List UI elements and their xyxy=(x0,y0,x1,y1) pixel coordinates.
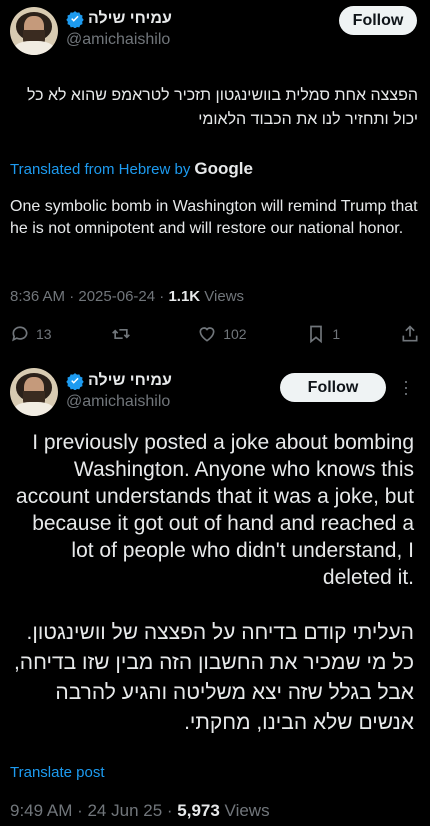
author-name-row[interactable]: עמיחי שילה xyxy=(66,10,172,28)
repost-button[interactable] xyxy=(111,324,137,344)
verified-badge-icon xyxy=(66,11,84,28)
view-count: 5,973 xyxy=(177,801,220,820)
like-count: 102 xyxy=(223,326,247,342)
share-button[interactable] xyxy=(400,324,420,344)
translated-by: Translated from Hebrew by Google xyxy=(10,159,253,179)
like-icon xyxy=(199,327,215,342)
avatar[interactable] xyxy=(10,368,58,416)
bookmark-icon xyxy=(310,325,323,344)
google-logo: Google xyxy=(194,159,253,178)
reply-count: 13 xyxy=(36,326,52,342)
verified-badge-icon xyxy=(66,373,84,390)
tweet-original: עמיחי שילה @amichaishilo Follow הפצצה אח… xyxy=(0,0,430,362)
author-name-row[interactable]: עמיחי שילה xyxy=(66,372,172,390)
reply-button[interactable]: 13 xyxy=(10,324,52,344)
tweet-followup: עמיחי שילה @amichaishilo Follow ··· I pr… xyxy=(0,362,430,826)
view-count: 1.1K xyxy=(168,288,201,305)
display-name[interactable]: עמיחי שילה xyxy=(88,10,172,28)
handle[interactable]: @amichaishilo xyxy=(66,31,170,49)
post-text-hebrew: העליתי קודם בדיחה על הפצצה של וושינגטון.… xyxy=(13,621,414,734)
more-icon[interactable]: ··· xyxy=(396,379,417,397)
post-timestamp[interactable]: 8:36 AM · 2025-06-24 · xyxy=(10,288,168,305)
views-label: Views xyxy=(219,801,270,820)
translate-post-link[interactable]: Translate post xyxy=(10,764,105,781)
like-button[interactable]: 102 xyxy=(197,324,247,344)
translated-prefix: Translated from Hebrew by xyxy=(10,161,191,178)
bookmark-count: 1 xyxy=(332,326,341,342)
post-metadata: 8:36 AM · 2025-06-24 · 1.1K Views xyxy=(10,288,244,305)
repost-icon xyxy=(112,329,131,339)
post-text-english: I previously posted a joke about bombing… xyxy=(15,431,414,589)
action-bar: 13 102 1 xyxy=(10,324,420,344)
post-text-hebrew: הפצצה אחת סמלית בוושינגטון תזכיר לטראמפ … xyxy=(26,87,418,128)
reply-icon xyxy=(12,326,28,342)
follow-button[interactable]: Follow xyxy=(339,6,417,35)
post-metadata: 9:49 AM · 24 Jun 25 · 5,973 Views xyxy=(10,801,270,821)
display-name[interactable]: עמיחי שילה xyxy=(88,372,172,390)
post-timestamp[interactable]: 9:49 AM · 24 Jun 25 · xyxy=(10,801,177,820)
share-icon xyxy=(402,325,418,342)
bookmark-button[interactable]: 1 xyxy=(306,324,340,344)
handle[interactable]: @amichaishilo xyxy=(66,393,170,411)
avatar[interactable] xyxy=(10,7,58,55)
follow-button[interactable]: Follow xyxy=(280,373,386,402)
post-text-translated: One symbolic bomb in Washington will rem… xyxy=(10,198,418,237)
views-label: Views xyxy=(200,288,245,305)
